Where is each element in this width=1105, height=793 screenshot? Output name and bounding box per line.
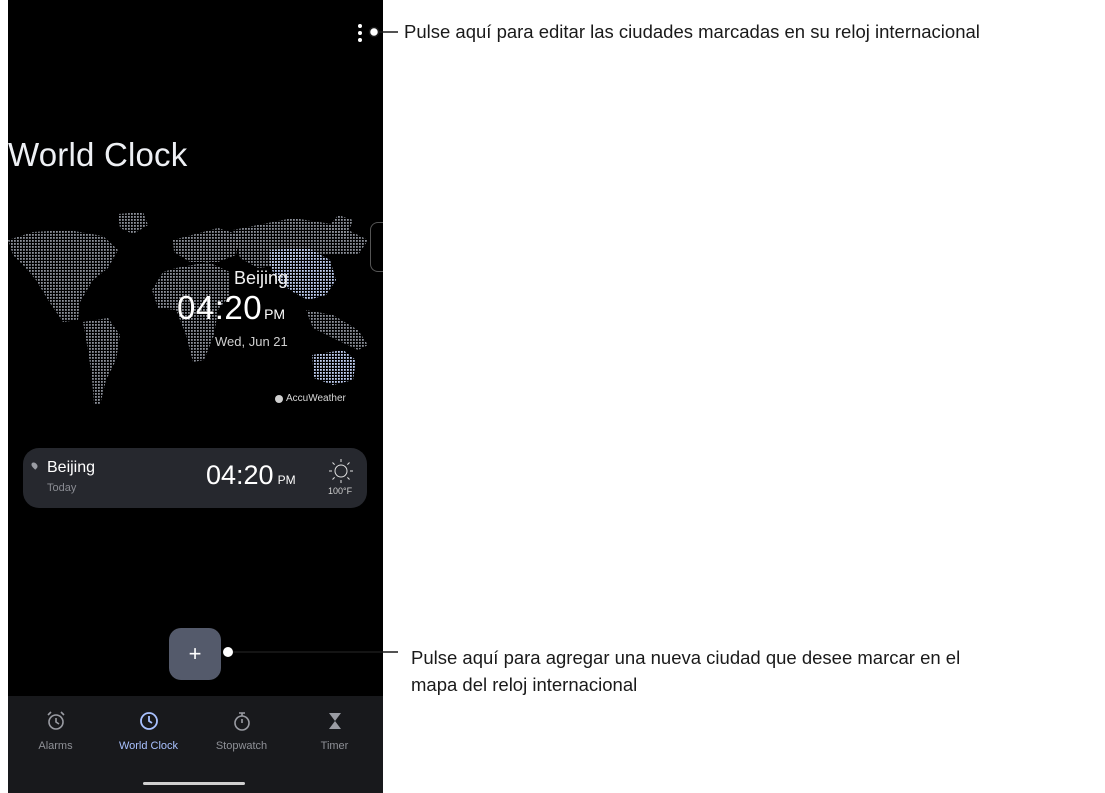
add-callout-dot [223,647,233,657]
add-callout-text-line2: mapa del reloj internacional [411,674,638,695]
menu-callout-text: Pulse aquí para editar las ciudades marc… [404,21,980,42]
add-callout-text-line1: Pulse aquí para agregar una nueva ciudad… [411,647,961,668]
menu-callout-dot [368,26,380,38]
